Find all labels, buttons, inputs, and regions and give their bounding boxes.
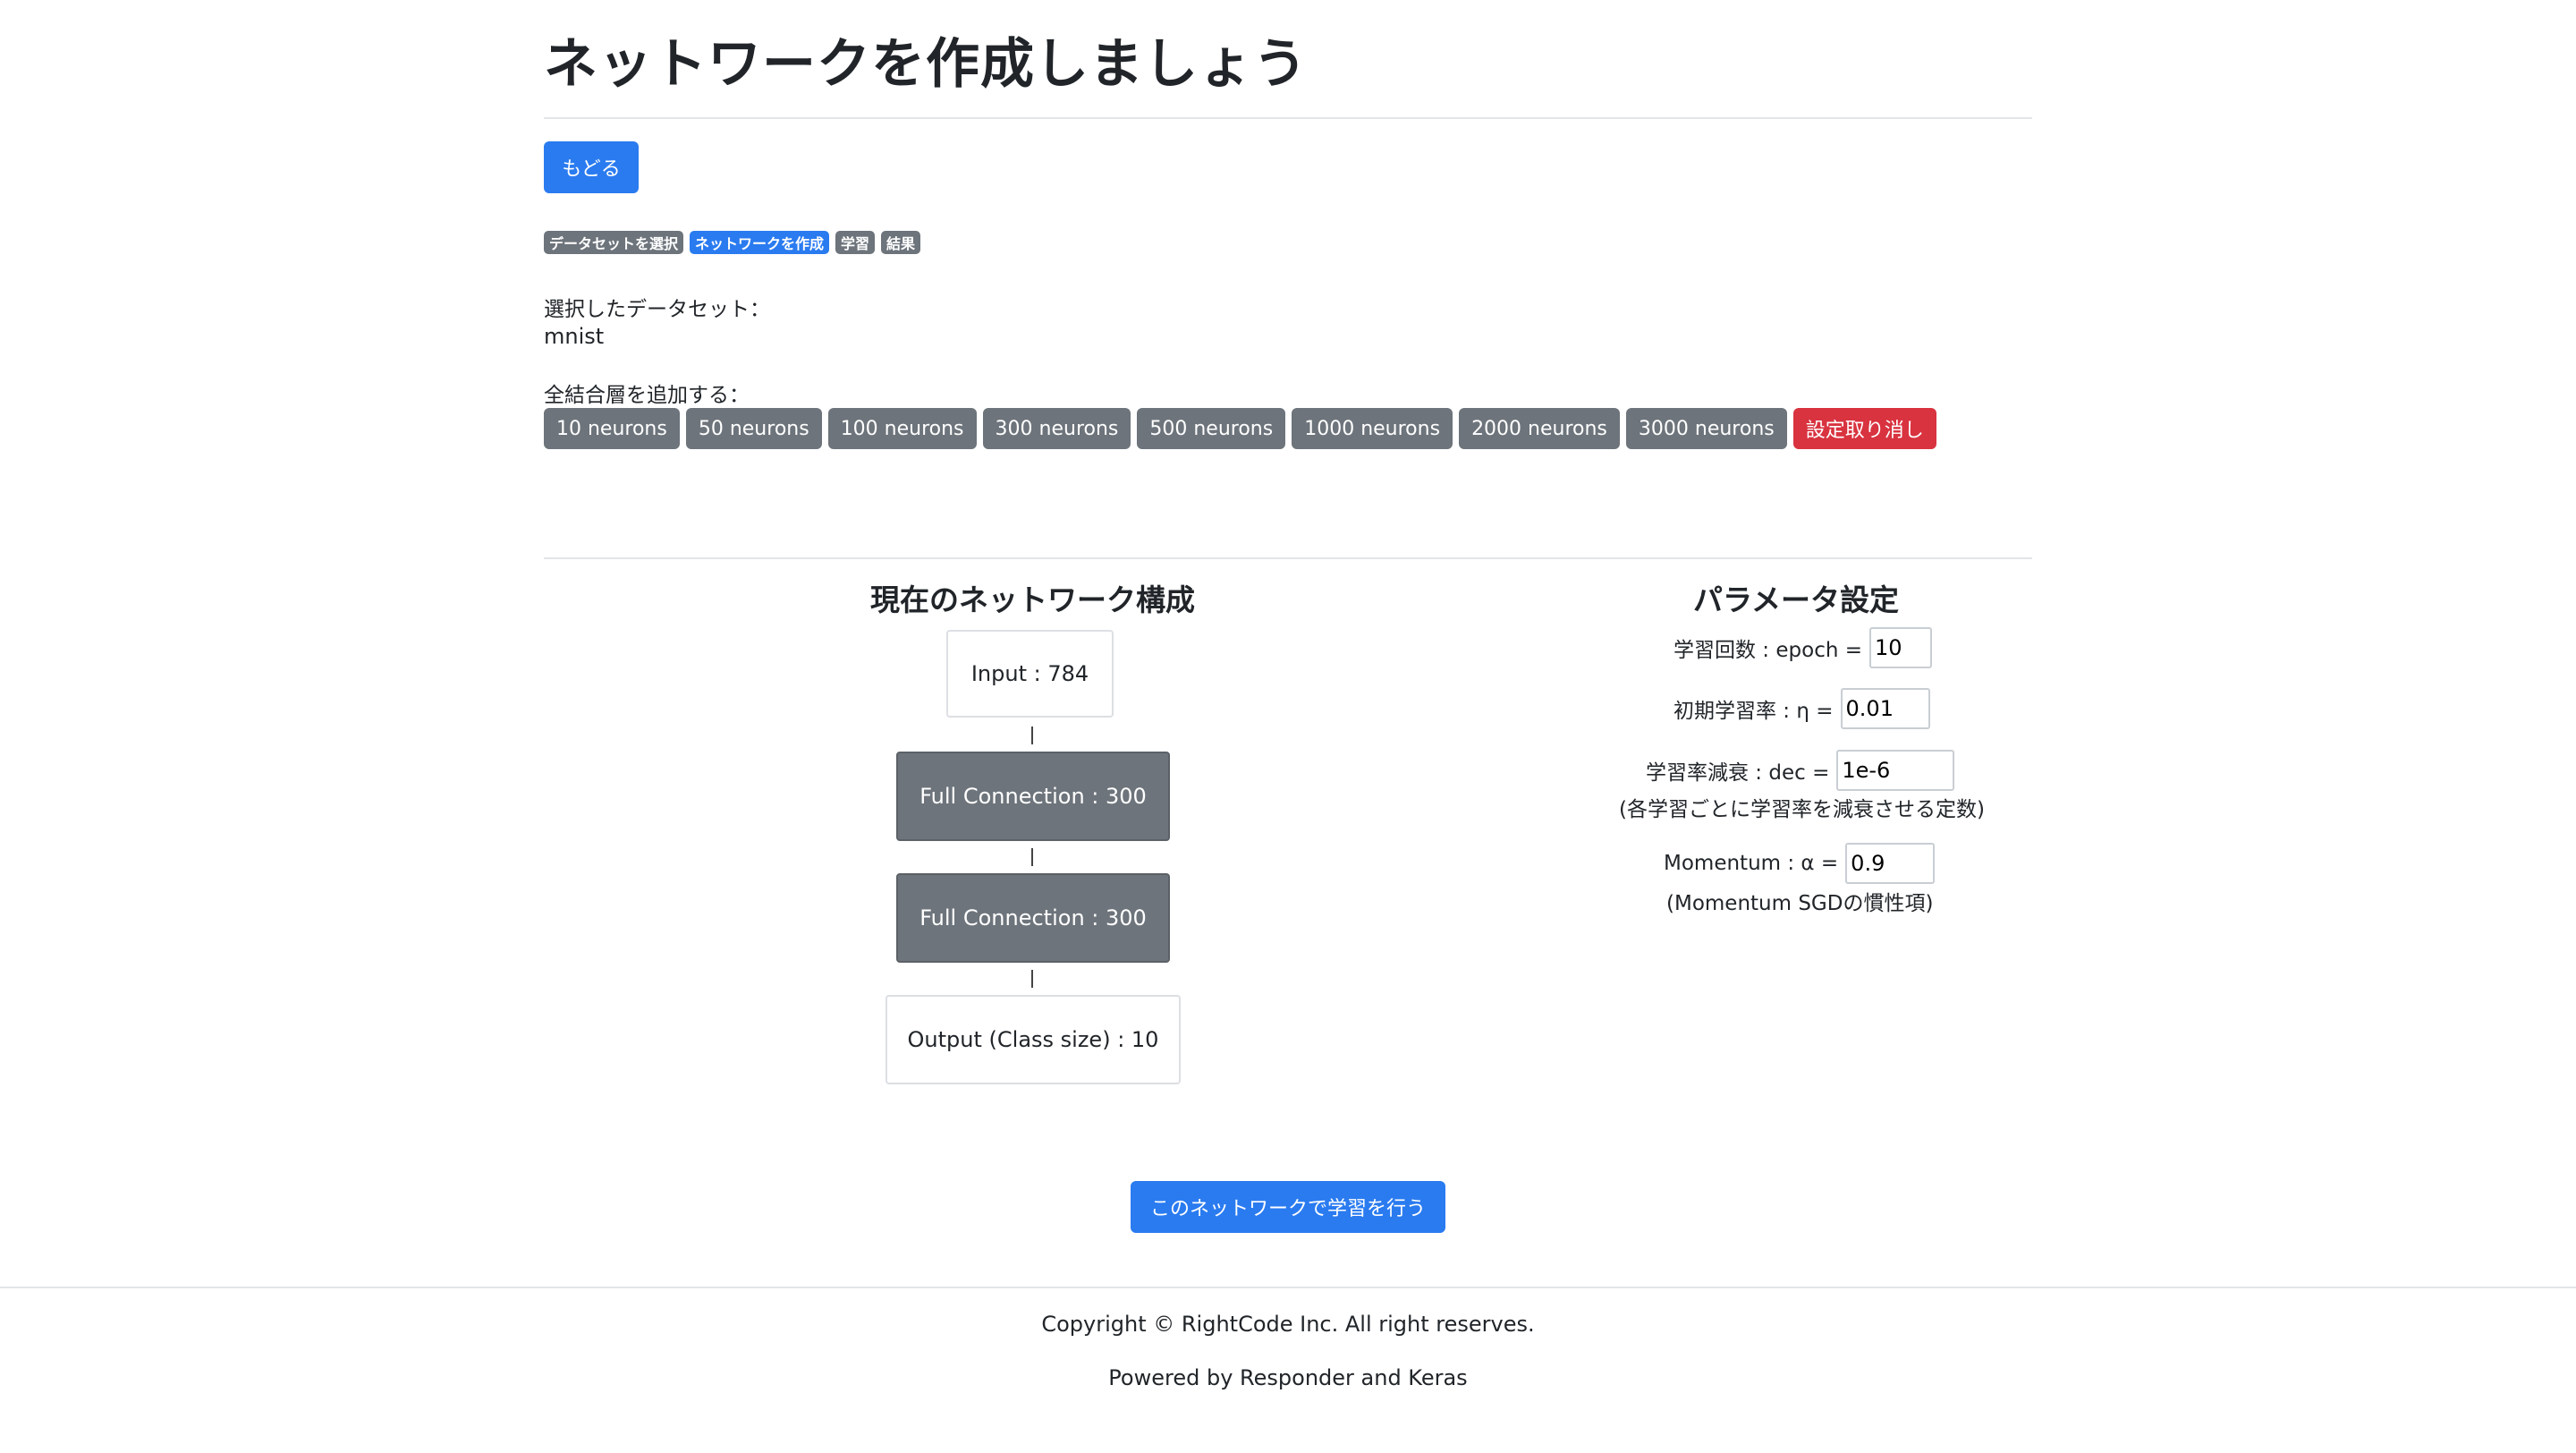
step-badge-result: 結果 <box>881 231 921 254</box>
learning-rate-input[interactable] <box>1840 688 1930 729</box>
epoch-input[interactable] <box>1869 627 1932 668</box>
decay-note: (各学習ごとに学習率を減衰させる定数) <box>1619 798 1985 821</box>
output-layer-box: Output (Class size) : 10 <box>886 995 1181 1084</box>
footer-copyright: Copyright © RightCode Inc. All right res… <box>1041 1312 1535 1337</box>
page: ネットワークを作成しましょう もどる データセットを選択 ネットワークを作成 学… <box>0 0 2576 1453</box>
decay-label: 学習率減衰 : dec = <box>1646 761 1830 785</box>
momentum-note: (Momentum SGDの慣性項) <box>1666 892 1934 915</box>
title-divider <box>544 117 2032 119</box>
momentum-label: Momentum : α = <box>1664 852 1839 875</box>
add-layer-label: 全結合層を追加する： <box>544 384 750 407</box>
momentum-input[interactable] <box>1845 843 1936 884</box>
add-300-neurons-button[interactable]: 300 neurons <box>982 408 1131 449</box>
dataset-value: mnist <box>544 324 605 349</box>
epoch-label: 学習回数 : epoch = <box>1674 639 1862 662</box>
step-progress: データセットを選択 ネットワークを作成 学習 結果 <box>544 231 921 254</box>
add-2000-neurons-button[interactable]: 2000 neurons <box>1459 408 1620 449</box>
momentum-row: Momentum : α = <box>1664 843 1936 884</box>
add-1000-neurons-button[interactable]: 1000 neurons <box>1292 408 1453 449</box>
step-badge-network: ネットワークを作成 <box>690 231 830 254</box>
add-500-neurons-button[interactable]: 500 neurons <box>1137 408 1286 449</box>
hidden-layer-box: Full Connection : 300 <box>896 752 1170 841</box>
step-badge-train: 学習 <box>835 231 876 254</box>
hidden-layer-box: Full Connection : 300 <box>896 873 1170 963</box>
learning-rate-row: 初期学習率 : η = <box>1674 688 1930 729</box>
epoch-row: 学習回数 : epoch = <box>1674 627 1932 668</box>
layer-connector <box>1031 726 1033 744</box>
step-badge-dataset: データセットを選択 <box>544 231 684 254</box>
decay-row: 学習率減衰 : dec = <box>1646 750 1955 791</box>
footer-divider <box>0 1287 2576 1288</box>
add-10-neurons-button[interactable]: 10 neurons <box>544 408 680 449</box>
back-button[interactable]: もどる <box>544 141 639 193</box>
add-3000-neurons-button[interactable]: 3000 neurons <box>1625 408 1787 449</box>
add-100-neurons-button[interactable]: 100 neurons <box>827 408 977 449</box>
input-layer-box: Input : 784 <box>946 630 1114 718</box>
params-heading: パラメータ設定 <box>1693 582 1900 617</box>
start-training-button[interactable]: このネットワークで学習を行う <box>1131 1181 1445 1233</box>
decay-input[interactable] <box>1836 750 1955 791</box>
layer-connector <box>1031 970 1033 988</box>
reset-settings-button[interactable]: 設定取り消し <box>1792 408 1936 449</box>
layer-connector <box>1031 848 1033 866</box>
section-divider <box>544 557 2032 559</box>
dataset-label: 選択したデータセット： <box>544 298 770 321</box>
network-heading: 現在のネットワーク構成 <box>870 582 1195 617</box>
add-50-neurons-button[interactable]: 50 neurons <box>685 408 822 449</box>
add-layer-buttons: 10 neurons 50 neurons 100 neurons 300 ne… <box>544 408 1936 449</box>
learning-rate-label: 初期学習率 : η = <box>1674 700 1834 723</box>
page-title: ネットワークを作成しましょう <box>544 33 1308 96</box>
footer-powered-by: Powered by Responder and Keras <box>1108 1365 1468 1390</box>
